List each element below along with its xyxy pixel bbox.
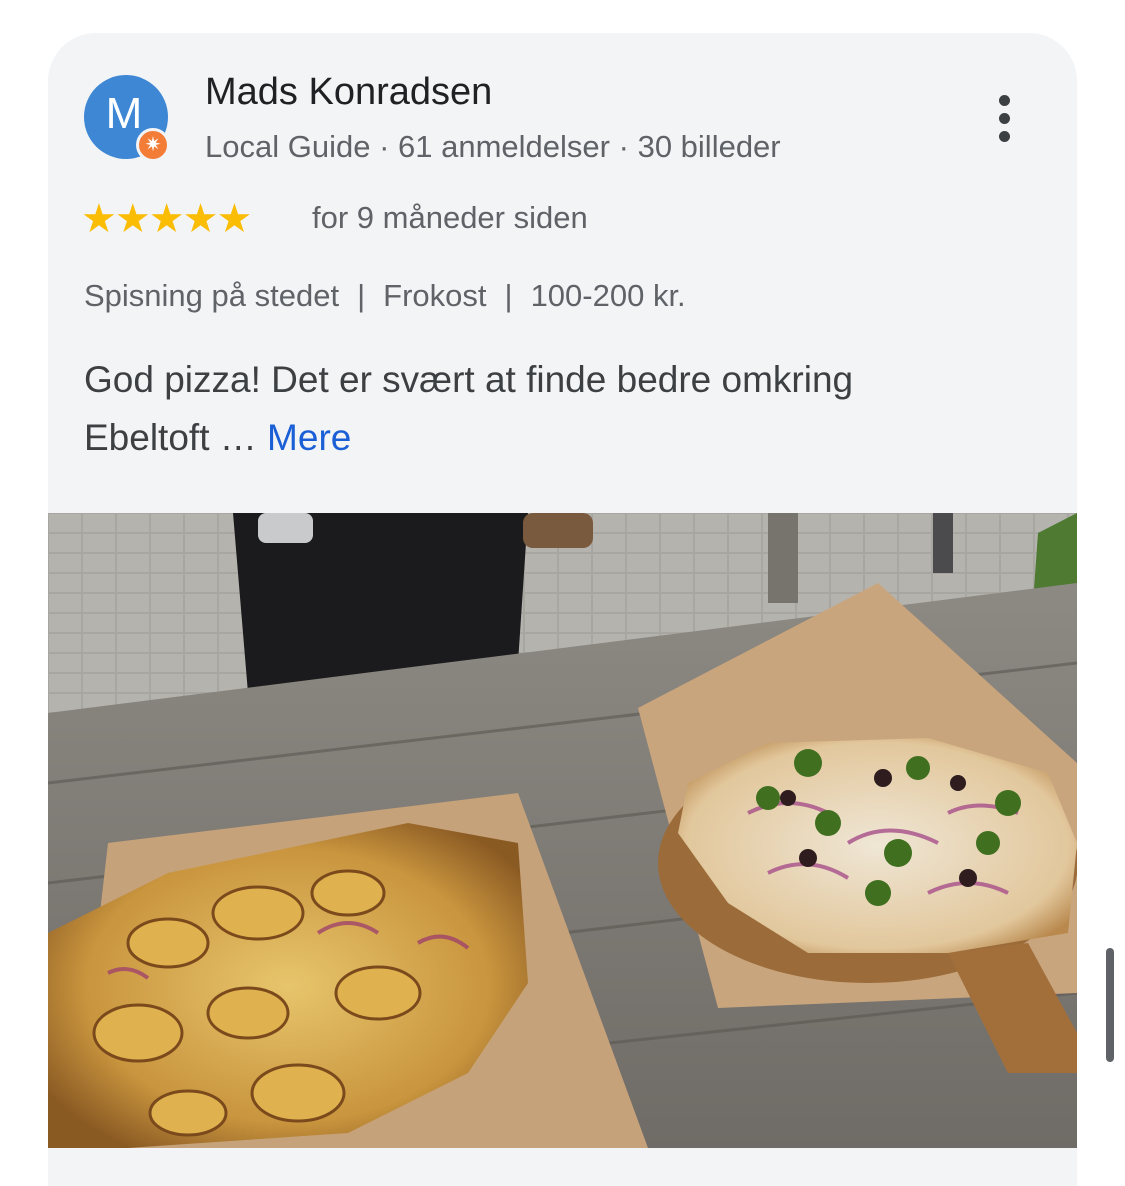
tag-meal: Frokost: [383, 278, 487, 313]
author-name[interactable]: Mads Konradsen: [205, 71, 492, 114]
scrollbar[interactable]: [1106, 948, 1114, 1062]
author-level: Local Guide: [205, 129, 371, 164]
meta-separator: ·: [379, 129, 390, 164]
meta-separator: ·: [618, 129, 629, 164]
author-photos-count: 30 billeder: [637, 129, 781, 164]
author-meta: Local Guide · 61 anmeldelser · 30 billed…: [205, 129, 781, 165]
star-rating: ★★★★★: [81, 197, 252, 241]
local-guide-badge-icon: ✷: [136, 128, 170, 162]
review-tags: Spisning på stedet | Frokost | 100-200 kr.: [84, 278, 686, 314]
tag-separator: |: [504, 278, 513, 313]
tag-price: 100-200 kr.: [530, 278, 686, 313]
review-card: M ✷ Mads Konradsen Local Guide · 61 anme…: [48, 33, 1077, 1186]
author-reviews-count: 61 anmeldelser: [398, 129, 610, 164]
tag-service: Spisning på stedet: [84, 278, 340, 313]
more-vert-icon[interactable]: [983, 91, 1027, 147]
review-text-line1: God pizza! Det er svært at finde bedre o…: [84, 359, 854, 400]
review-text: God pizza! Det er svært at finde bedre o…: [84, 351, 1034, 467]
review-photo[interactable]: [48, 513, 1077, 1148]
review-text-line2: Ebeltoft …: [84, 417, 257, 458]
review-time: for 9 måneder siden: [312, 200, 588, 235]
tag-separator: |: [357, 278, 366, 313]
more-link[interactable]: Mere: [267, 417, 351, 458]
